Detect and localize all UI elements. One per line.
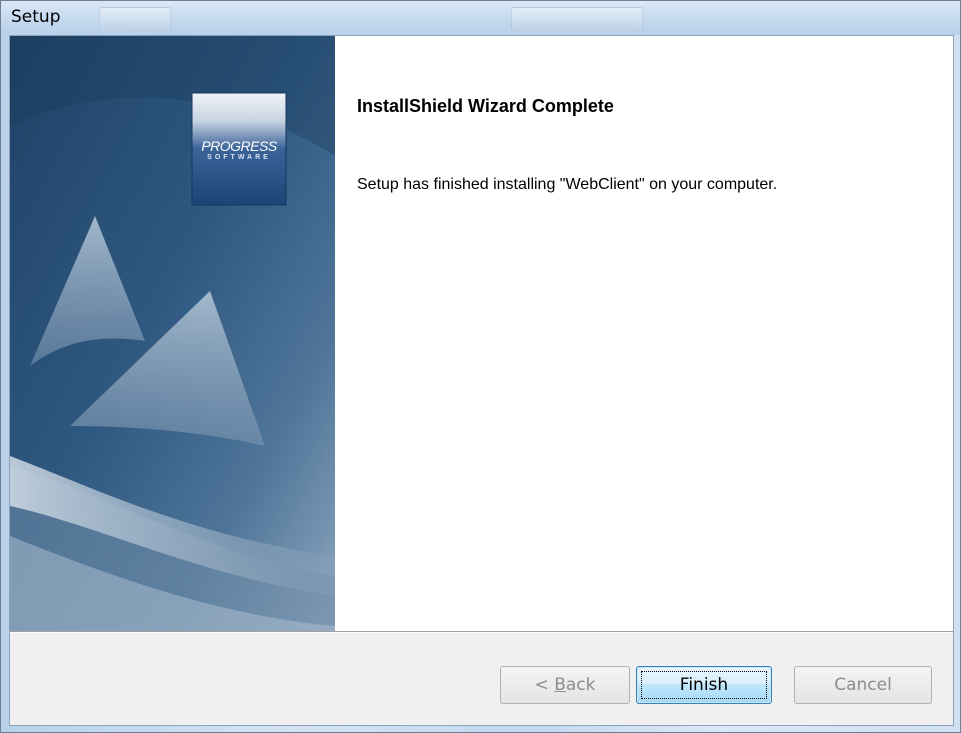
setup-window: Setup PROGRESS SOFTWARE InstallShield Wi… xyxy=(0,0,961,733)
background-window-ghost xyxy=(511,7,643,31)
title-bar[interactable]: Setup xyxy=(1,1,960,35)
window-title: Setup xyxy=(11,7,61,27)
finish-button-label: Finish xyxy=(679,675,729,695)
back-button[interactable]: < Back xyxy=(500,666,630,704)
page-heading: InstallShield Wizard Complete xyxy=(357,96,614,116)
completion-message: Setup has finished installing "WebClient… xyxy=(357,176,778,193)
logo-text-secondary: SOFTWARE xyxy=(207,154,271,161)
wizard-banner: PROGRESS SOFTWARE xyxy=(10,36,335,631)
cancel-button-label: Cancel xyxy=(834,675,892,695)
wizard-content-panel: InstallShield Wizard Complete Setup has … xyxy=(335,36,953,631)
wizard-dialog: PROGRESS SOFTWARE InstallShield Wizard C… xyxy=(9,35,954,726)
finish-button[interactable]: Finish xyxy=(636,666,772,704)
button-separator xyxy=(10,631,953,633)
back-button-label: < Back xyxy=(534,675,596,695)
background-window-ghost xyxy=(99,7,171,31)
banner-artwork xyxy=(10,36,335,631)
cancel-button[interactable]: Cancel xyxy=(794,666,932,704)
logo-text-primary: PROGRESS xyxy=(201,138,277,154)
